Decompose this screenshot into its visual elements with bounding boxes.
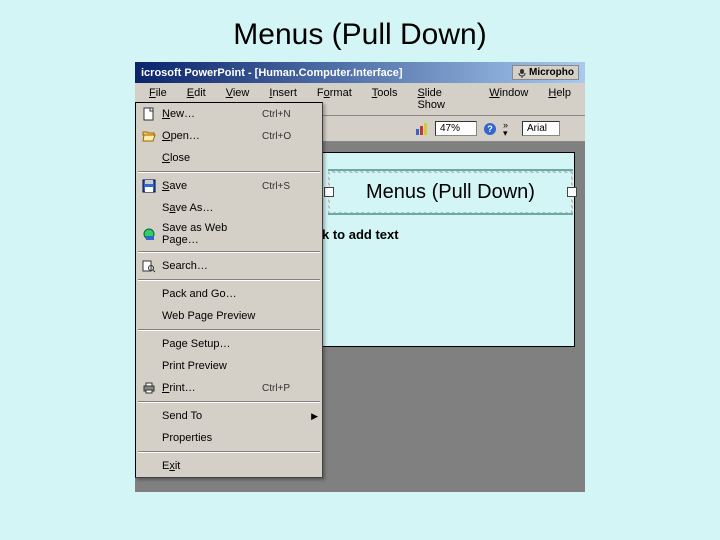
menu-separator [138, 171, 320, 173]
menu-item-label: Save [162, 180, 262, 192]
menu-item-label: Print… [162, 382, 262, 394]
font-selector[interactable]: Arial [522, 121, 560, 136]
menu-item-label: Print Preview [162, 360, 262, 372]
menu-separator [138, 329, 320, 331]
blank-icon [140, 200, 158, 216]
menu-item-label: Page Setup… [162, 338, 262, 350]
menu-item-label: Open… [162, 130, 262, 142]
titlebar: icrosoft PowerPoint - [Human.Computer.In… [135, 62, 585, 83]
chart-button[interactable] [412, 119, 432, 139]
menu-help[interactable]: Help [538, 85, 581, 113]
menu-item-shortcut: Ctrl+N [262, 109, 308, 120]
chart-icon [415, 122, 429, 136]
blank-icon [140, 408, 158, 424]
menu-item-save[interactable]: SaveCtrl+S [136, 175, 322, 197]
menu-item-label: Properties [162, 432, 262, 444]
menu-separator [138, 401, 320, 403]
menu-item-pack-and-go[interactable]: Pack and Go… [136, 283, 322, 305]
folder-open-icon [140, 128, 158, 144]
menu-slide-show[interactable]: Slide Show [407, 85, 479, 113]
powerpoint-window: icrosoft PowerPoint - [Human.Computer.In… [135, 62, 585, 492]
help-icon: ? [483, 122, 497, 136]
printer-icon [140, 380, 158, 396]
menu-separator [138, 279, 320, 281]
microphone-icon [517, 68, 527, 78]
menu-item-properties[interactable]: Properties [136, 427, 322, 449]
menu-item-shortcut: Ctrl+S [262, 181, 308, 192]
menu-item-web-page-preview[interactable]: Web Page Preview [136, 305, 322, 327]
menu-item-print[interactable]: Print…Ctrl+P [136, 377, 322, 399]
menu-item-page-setup[interactable]: Page Setup… [136, 333, 322, 355]
blank-icon [140, 336, 158, 352]
menu-item-label: New… [162, 108, 262, 120]
menu-item-save-as-web-page[interactable]: Save as Web Page… [136, 219, 322, 249]
menu-item-label: Search… [162, 260, 262, 272]
menu-item-label: Send To [162, 410, 262, 422]
file-menu-dropdown: New…Ctrl+NOpen…Ctrl+OCloseSaveCtrl+SSave… [135, 102, 323, 478]
disk-icon [140, 178, 158, 194]
slide-title-text: Menus (Pull Down) [330, 173, 571, 212]
menu-item-shortcut: Ctrl+P [262, 383, 308, 394]
web-save-icon [140, 226, 158, 242]
submenu-arrow-icon: ▶ [308, 411, 318, 422]
menu-window[interactable]: Window [479, 85, 538, 113]
menu-item-label: Save as Web Page… [162, 222, 262, 246]
menu-item-print-preview[interactable]: Print Preview [136, 355, 322, 377]
toolbar-overflow[interactable]: »▾ [503, 121, 508, 137]
menu-item-label: Exit [162, 460, 262, 472]
slide-body-placeholder[interactable]: k to add text [322, 227, 399, 242]
menu-item-new[interactable]: New…Ctrl+N [136, 103, 322, 125]
menu-item-open[interactable]: Open…Ctrl+O [136, 125, 322, 147]
microphone-label: Micropho [529, 67, 574, 78]
outer-slide-title: Menus (Pull Down) [0, 0, 720, 62]
blank-icon [140, 358, 158, 374]
doc-new-icon [140, 106, 158, 122]
menu-item-save-as[interactable]: Save As… [136, 197, 322, 219]
menu-item-close[interactable]: Close [136, 147, 322, 169]
microphone-button[interactable]: Micropho [512, 65, 579, 80]
blank-icon [140, 150, 158, 166]
menu-item-search[interactable]: Search… [136, 255, 322, 277]
search-icon [140, 258, 158, 274]
menu-item-label: Close [162, 152, 262, 164]
zoom-input[interactable]: 47% [435, 121, 477, 136]
menu-tools[interactable]: Tools [362, 85, 408, 113]
menu-item-send-to[interactable]: Send To ▶ [136, 405, 322, 427]
menu-item-exit[interactable]: Exit [136, 455, 322, 477]
slide-canvas[interactable]: Menus (Pull Down) k to add text [315, 152, 575, 347]
blank-icon [140, 458, 158, 474]
blank-icon [140, 286, 158, 302]
help-button[interactable]: ? [480, 119, 500, 139]
svg-text:?: ? [487, 124, 493, 134]
slide-title-placeholder[interactable]: Menus (Pull Down) [328, 169, 573, 215]
menu-separator [138, 251, 320, 253]
menu-item-label: Pack and Go… [162, 288, 262, 300]
blank-icon [140, 308, 158, 324]
titlebar-text: icrosoft PowerPoint - [Human.Computer.In… [141, 67, 403, 79]
menu-item-label: Web Page Preview [162, 310, 262, 322]
blank-icon [140, 430, 158, 446]
menu-separator [138, 451, 320, 453]
menu-item-label: Save As… [162, 202, 262, 214]
menu-item-shortcut: Ctrl+O [262, 131, 308, 142]
